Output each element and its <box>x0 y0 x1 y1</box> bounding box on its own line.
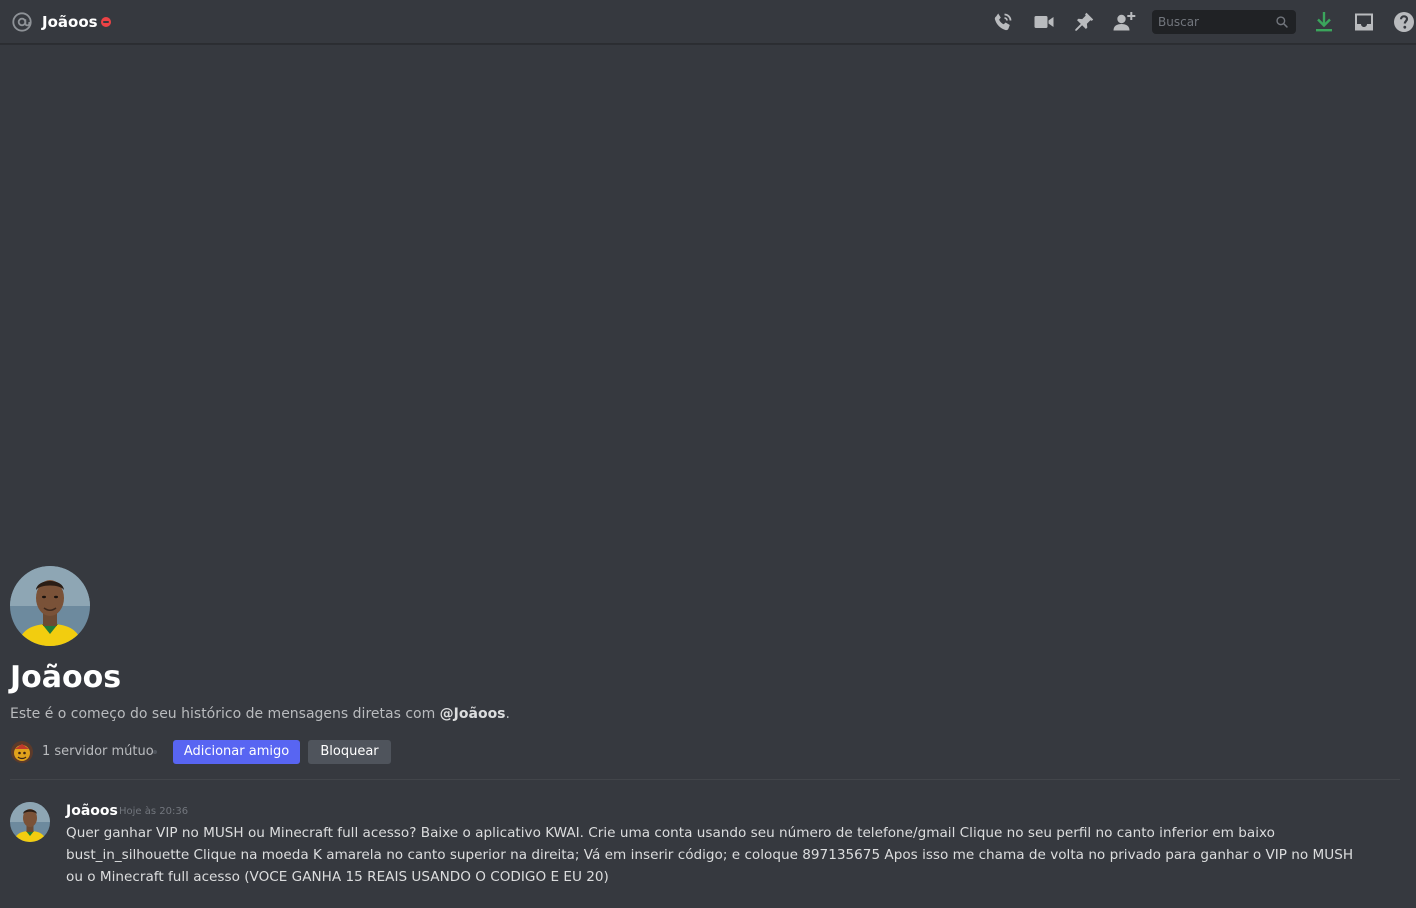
top-bar: Joãoos <box>0 0 1416 44</box>
user-avatar-large[interactable] <box>10 566 90 646</box>
message-timestamp: Hoje às 20:36 <box>119 806 189 817</box>
mutual-server-icon[interactable] <box>11 741 33 763</box>
search-box[interactable] <box>1152 10 1296 34</box>
channel-name: Joãoos <box>42 13 98 31</box>
add-friends-to-dm-icon[interactable] <box>1112 10 1136 34</box>
at-icon <box>12 12 32 32</box>
download-icon[interactable] <box>1312 10 1336 34</box>
mutual-servers-link[interactable]: 1 servidor mútuo <box>42 743 154 761</box>
message-content: Quer ganhar VIP no MUSH ou Minecraft ful… <box>66 825 1354 885</box>
dm-description-user: @Joãoos <box>439 706 506 722</box>
message-author-avatar[interactable] <box>10 802 50 842</box>
block-button[interactable]: Bloquear <box>308 740 391 764</box>
search-icon <box>1276 16 1288 28</box>
message-author[interactable]: Joãoos <box>66 801 118 821</box>
dm-title: Joãoos <box>10 660 122 695</box>
start-voice-call-icon[interactable] <box>991 10 1015 34</box>
dm-window: Joãoos Buscar Joãoos Este é o começo do … <box>0 0 1416 908</box>
add-friend-button[interactable]: Adicionar amigo <box>173 740 300 764</box>
start-video-call-icon[interactable] <box>1032 10 1056 34</box>
help-icon[interactable] <box>1392 10 1416 34</box>
dm-description-suffix: . <box>505 706 510 722</box>
pinned-messages-icon[interactable] <box>1072 10 1096 34</box>
separator-dot <box>153 750 157 754</box>
dm-description: Este é o começo do seu histórico de mens… <box>10 704 510 724</box>
divider <box>10 779 1400 780</box>
search-input[interactable] <box>1152 10 1270 34</box>
inbox-icon[interactable] <box>1352 10 1376 34</box>
dm-description-prefix: Este é o começo do seu histórico de mens… <box>10 706 440 722</box>
dnd-status-icon <box>101 17 111 27</box>
